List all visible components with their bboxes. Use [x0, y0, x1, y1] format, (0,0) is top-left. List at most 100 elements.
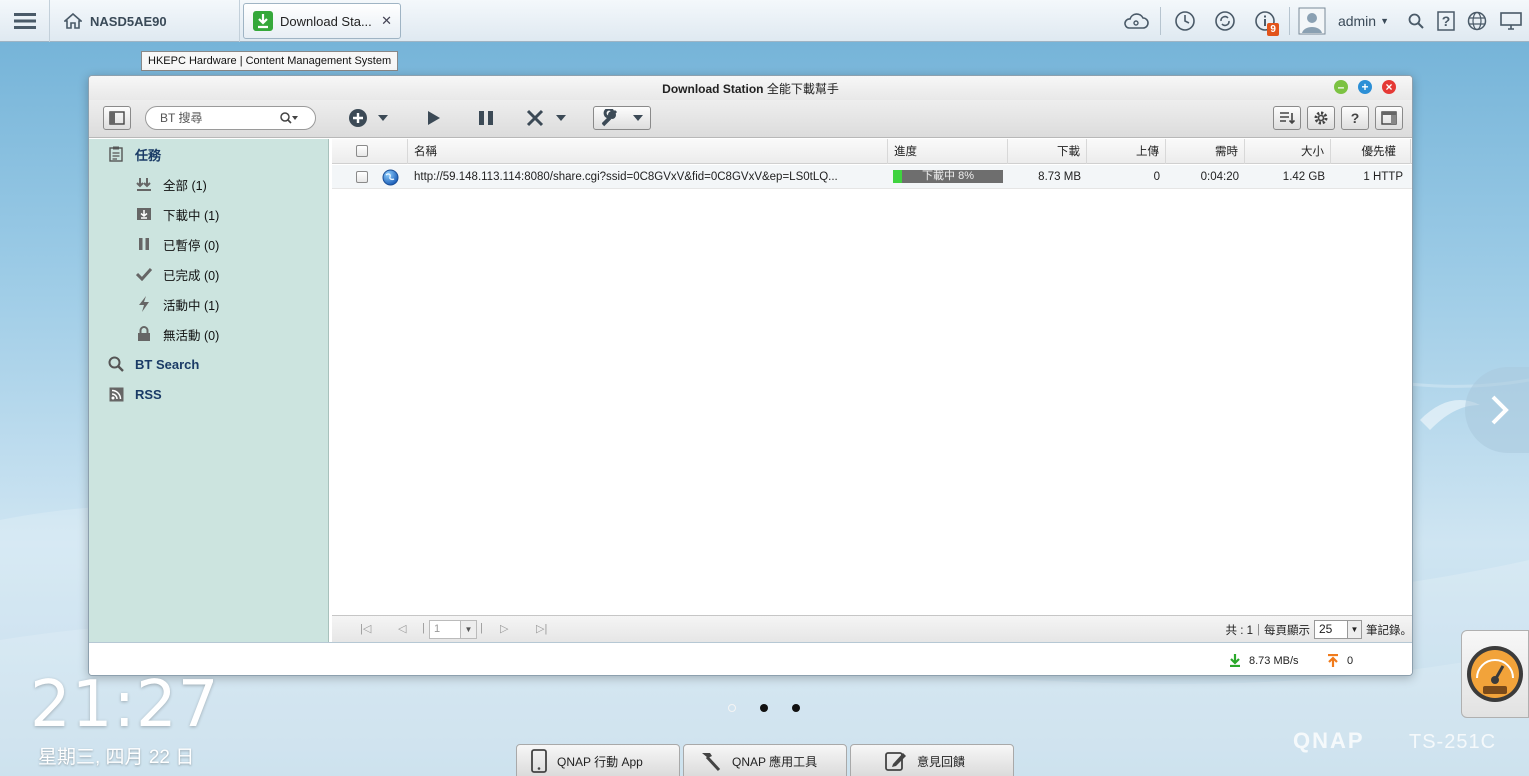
dashboard-widget[interactable]: [1461, 630, 1529, 718]
table-row[interactable]: http://59.148.113.114:8080/share.cgi?ssi…: [332, 165, 1412, 189]
progress-bar: 下載中 8%: [893, 170, 1003, 183]
sidebar: 任務 全部 (1) 下載中 (1) 已暫停 (0) 已完成 (0) 活動中 (1…: [89, 139, 329, 642]
sidebar-item-tasks[interactable]: 任務: [107, 143, 161, 165]
status-bar: 8.73 MB/s 0: [89, 642, 1412, 675]
next-page-icon[interactable]: ▷: [500, 622, 508, 635]
hamburger-icon: [13, 13, 36, 29]
select-all-checkbox[interactable]: [356, 145, 368, 157]
tab-download-station[interactable]: Download Sta... ✕: [243, 3, 401, 39]
column-header-eta[interactable]: 需時: [1166, 139, 1245, 164]
divider: |: [422, 622, 425, 634]
clock-icon: [1175, 11, 1195, 31]
page-dot[interactable]: [792, 704, 800, 712]
records-info: 共 : 1 | 每頁顯示 25 ▼ 筆記錄。: [1226, 620, 1412, 639]
bolt-icon: [135, 296, 153, 312]
sidebar-item-rss[interactable]: RSS: [107, 383, 162, 405]
row-checkbox[interactable]: [356, 171, 368, 183]
dock-feedback[interactable]: 意見回饋: [850, 744, 1014, 776]
background-tasks-button[interactable]: [1165, 0, 1205, 42]
svg-text:?: ?: [1442, 13, 1451, 29]
chevron-right-icon: [1491, 395, 1509, 425]
sidebar-item-completed[interactable]: 已完成 (0): [135, 263, 219, 285]
panel-icon: [1381, 111, 1397, 125]
globe-icon: [1467, 11, 1487, 31]
dock-utilities[interactable]: QNAP 應用工具: [683, 744, 847, 776]
help-button[interactable]: ?: [1341, 106, 1369, 130]
sidebar-item-all[interactable]: 全部 (1): [135, 173, 207, 195]
download-station-window: Download Station 全能下載幫手 – + × BT 搜尋 ? 任務…: [88, 75, 1413, 676]
start-button[interactable]: [423, 106, 445, 130]
user-menu[interactable]: admin: [1338, 13, 1376, 29]
close-window-button[interactable]: ×: [1382, 80, 1396, 94]
column-header-upload[interactable]: 上傳: [1087, 139, 1166, 164]
sidebar-item-paused[interactable]: 已暫停 (0): [135, 233, 219, 255]
grid-header: 名稱 進度 下載 上傳 需時 大小 優先權: [332, 139, 1412, 164]
page-dot[interactable]: [728, 704, 736, 712]
close-icon: [526, 109, 566, 127]
first-page-icon[interactable]: |◁: [360, 622, 371, 635]
pause-button[interactable]: [475, 106, 497, 130]
remove-task-button[interactable]: [525, 106, 569, 130]
window-title-bar[interactable]: Download Station 全能下載幫手 – + ×: [89, 76, 1412, 100]
home-icon: [64, 13, 82, 29]
divider: [1159, 7, 1161, 35]
toolbar: ?: [89, 100, 1412, 138]
settings-button[interactable]: [1307, 106, 1335, 130]
task-type-icon-cell: [376, 165, 406, 189]
next-desktop-button[interactable]: [1465, 367, 1529, 453]
prev-page-icon[interactable]: ◁: [398, 622, 406, 635]
sort-button[interactable]: [1273, 106, 1301, 130]
task-name: http://59.148.113.114:8080/share.cgi?ssi…: [414, 171, 838, 183]
svg-text:?: ?: [1351, 110, 1360, 126]
cloud-button[interactable]: [1116, 0, 1156, 42]
sidebar-item-active[interactable]: 活動中 (1): [135, 293, 219, 315]
column-header-download[interactable]: 下載: [1008, 139, 1087, 164]
maximize-button[interactable]: +: [1358, 80, 1372, 94]
show-desktop-button[interactable]: [1493, 0, 1529, 42]
search-button[interactable]: [1401, 0, 1431, 42]
bt-search-box[interactable]: [145, 106, 316, 130]
help-icon: ?: [1351, 110, 1360, 126]
page-number-value: 1: [434, 623, 441, 635]
external-device-button[interactable]: [1205, 0, 1245, 42]
sidebar-item-inactive[interactable]: 無活動 (0): [135, 323, 219, 345]
upload-amount: 0: [1153, 171, 1160, 183]
column-header-size[interactable]: 大小: [1245, 139, 1331, 164]
layout-icon: [109, 111, 125, 125]
main-menu-button[interactable]: [0, 0, 50, 42]
sidebar-item-label: BT Search: [135, 356, 200, 372]
all-tasks-icon: [135, 177, 153, 191]
tab-label: Download Sta...: [280, 13, 372, 29]
language-button[interactable]: [1461, 0, 1493, 42]
bt-search-input[interactable]: [160, 111, 280, 125]
sidebar-item-label: 下載中 (1): [163, 208, 220, 223]
sidebar-item-downloading[interactable]: 下載中 (1): [135, 203, 219, 225]
sidebar-item-label: 已完成 (0): [163, 268, 220, 283]
per-page-select[interactable]: 25 ▼: [1314, 620, 1362, 639]
notifications-button[interactable]: 9: [1245, 0, 1285, 42]
panel-toggle-button[interactable]: [1375, 106, 1403, 130]
tools-button[interactable]: [593, 106, 651, 130]
dock-mobile-app[interactable]: QNAP 行動 App: [516, 744, 680, 776]
sidebar-item-bt-search[interactable]: BT Search: [107, 353, 199, 375]
close-tab-icon[interactable]: ✕: [381, 13, 392, 29]
page-number-select[interactable]: 1 ▼: [429, 620, 477, 639]
home-tab[interactable]: NASD5AE90: [50, 0, 240, 42]
clipboard-icon: [107, 146, 125, 162]
chevron-down-icon[interactable]: ▼: [1380, 16, 1389, 26]
add-task-button[interactable]: [347, 106, 391, 130]
toggle-sidebar-button[interactable]: [103, 106, 131, 130]
column-header-name[interactable]: 名稱: [408, 139, 888, 164]
last-page-icon[interactable]: ▷|: [536, 622, 547, 635]
help-button[interactable]: ?: [1431, 0, 1461, 42]
user-avatar[interactable]: [1294, 0, 1330, 42]
column-header-progress[interactable]: 進度: [888, 139, 1008, 164]
minimize-button[interactable]: –: [1334, 80, 1348, 94]
column-header-priority[interactable]: 優先權: [1331, 139, 1411, 164]
brand-logo: QNAP: [1293, 728, 1365, 753]
sync-icon: [1215, 11, 1235, 31]
download-speed: 8.73 MB/s: [1249, 654, 1299, 667]
page-dot[interactable]: [760, 704, 768, 712]
gauge-icon: [1467, 646, 1523, 702]
divider: |: [480, 622, 483, 634]
